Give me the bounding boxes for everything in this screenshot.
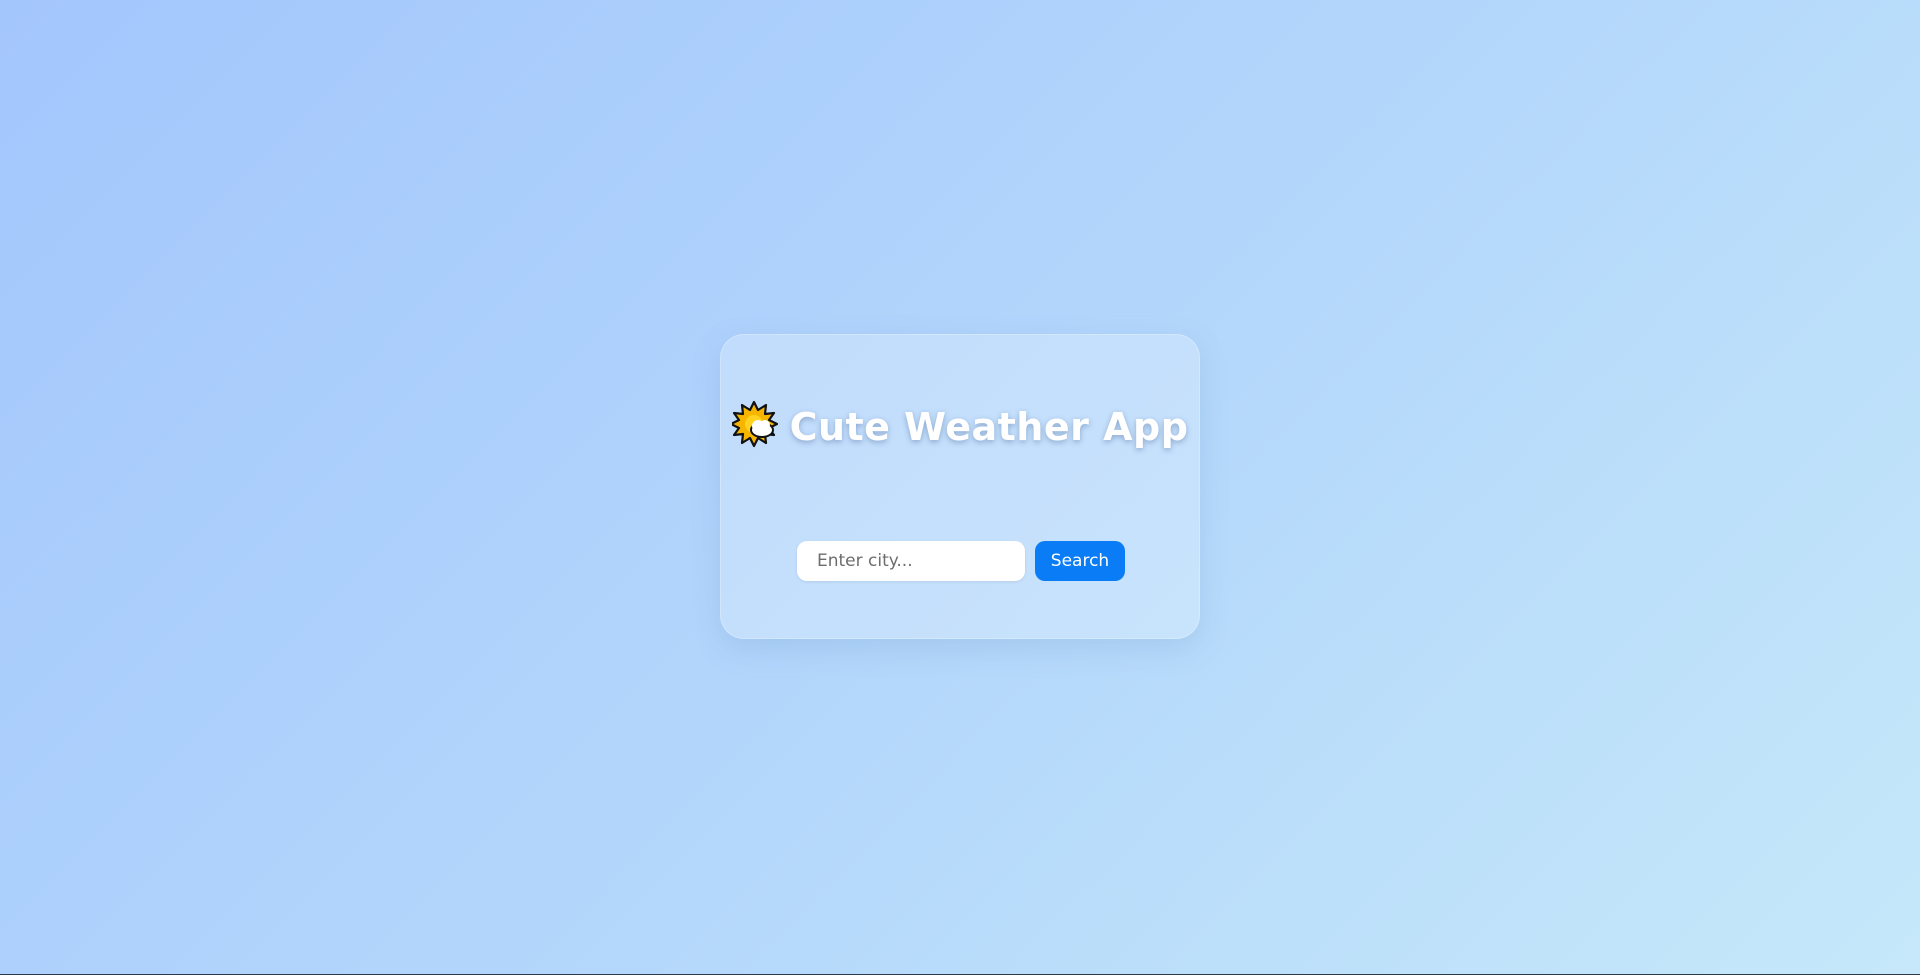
app-title: Cute Weather App xyxy=(721,397,1199,457)
city-search-input[interactable] xyxy=(797,541,1025,581)
sun-behind-cloud-icon xyxy=(731,400,780,448)
search-row: Search xyxy=(797,541,1125,581)
page-background: { "app": { "title": "Cute Weather App", … xyxy=(0,0,1920,975)
weather-card: Cute Weather App Search xyxy=(720,334,1200,639)
search-button[interactable]: Search xyxy=(1035,541,1125,581)
app-title-text: Cute Weather App xyxy=(789,405,1189,449)
